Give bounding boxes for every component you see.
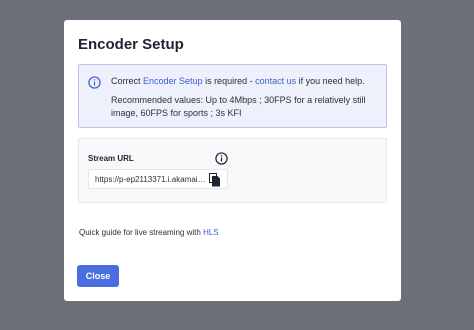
quick-guide-label: Quick guide for live streaming with <box>79 228 204 237</box>
recommended-values-text: Recommended values: Up to 4Mbps ; 30FPS … <box>111 95 366 118</box>
info-notice: Correct Encoder Setup is required - cont… <box>78 64 387 128</box>
info-suffix: if you need help. <box>296 76 365 86</box>
dialog-title: Encoder Setup <box>78 36 184 53</box>
info-icon <box>88 76 101 89</box>
info-prefix: Correct <box>111 76 144 86</box>
stream-url-value[interactable]: https://p-ep2113371.i.akamaiedgestream.n… <box>95 175 207 184</box>
info-middle: is required - <box>202 76 256 86</box>
stream-url-info-icon[interactable] <box>215 152 228 165</box>
info-required-text: Correct Encoder Setup is required - cont… <box>111 76 365 86</box>
hls-guide-link[interactable]: HLS <box>203 228 219 237</box>
stream-url-label: Stream URL <box>88 154 134 163</box>
encoder-setup-dialog: Encoder Setup Correct Encoder Setup is r… <box>64 20 401 301</box>
copy-icon[interactable] <box>209 173 221 187</box>
contact-us-link[interactable]: contact us <box>255 76 296 86</box>
stream-url-field[interactable]: https://p-ep2113371.i.akamaiedgestream.n… <box>88 169 228 189</box>
quick-guide-text: Quick guide for live streaming with HLS <box>79 228 219 237</box>
close-button[interactable]: Close <box>77 265 119 287</box>
stream-url-panel: Stream URL https://p-ep2113371.i.akamaie… <box>78 138 387 203</box>
encoder-setup-link[interactable]: Encoder Setup <box>143 76 203 86</box>
